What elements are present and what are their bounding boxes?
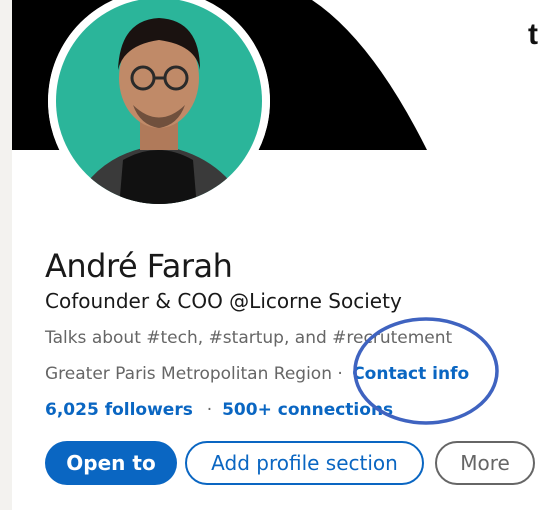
- separator-dot: ·: [337, 364, 343, 384]
- profile-network-row: 6,025 followers · 500+ connections: [45, 400, 393, 420]
- followers-link[interactable]: 6,025 followers: [45, 400, 193, 420]
- add-profile-section-button[interactable]: Add profile section: [185, 441, 424, 485]
- profile-headline: Cofounder & COO @Licorne Society: [45, 289, 402, 313]
- edge-text: t: [528, 18, 538, 51]
- profile-talks-about: Talks about #tech, #startup, and #recrut…: [45, 328, 453, 348]
- profile-card: André Farah Cofounder & COO @Licorne Soc…: [12, 0, 552, 510]
- contact-info-link[interactable]: Contact info: [352, 364, 469, 384]
- open-to-button[interactable]: Open to: [45, 441, 177, 485]
- connections-link[interactable]: 500+ connections: [222, 400, 393, 420]
- profile-location-row: Greater Paris Metropolitan Region · Cont…: [45, 364, 469, 384]
- separator-dot: ·: [206, 400, 213, 420]
- avatar-photo: [48, 0, 270, 212]
- avatar[interactable]: [48, 0, 270, 212]
- profile-name: André Farah: [45, 247, 233, 285]
- profile-location: Greater Paris Metropolitan Region: [45, 364, 332, 384]
- more-button[interactable]: More: [435, 441, 535, 485]
